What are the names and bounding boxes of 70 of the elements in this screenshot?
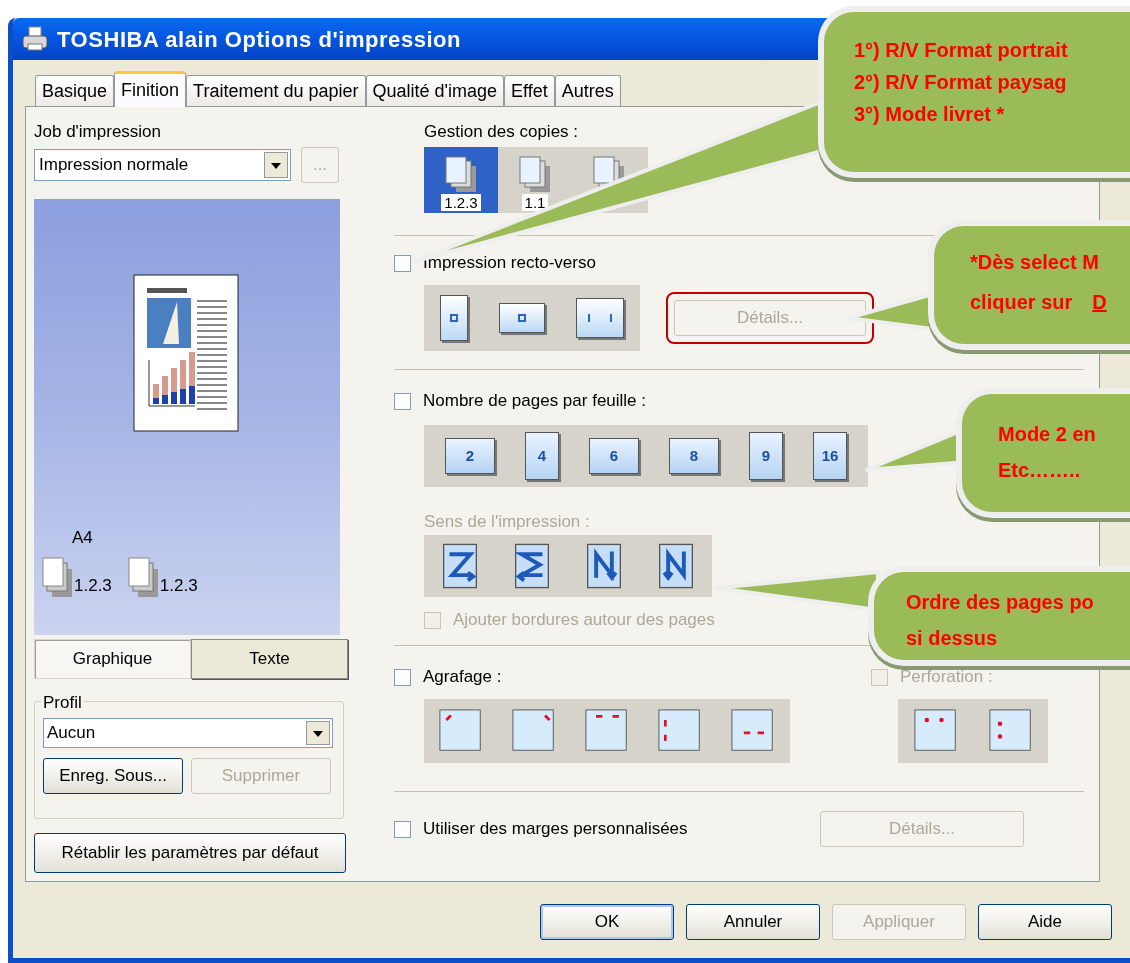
duplex-label: Impression recto-verso	[423, 252, 596, 275]
staple-position-icon[interactable]	[658, 709, 703, 753]
window-title: TOSHIBA alain Options d'impression	[57, 25, 462, 54]
button[interactable]: Rétablir les paramètres par défaut	[34, 833, 346, 873]
tab[interactable]: Autres	[554, 75, 621, 106]
staple-position-icon[interactable]	[731, 709, 776, 753]
copy-order-label: 1.2.3	[159, 575, 198, 597]
checkbox[interactable]	[394, 820, 411, 838]
punch-label: Perforation :	[900, 666, 993, 689]
checkbox[interactable]	[394, 668, 411, 686]
callout-text: 3°) Mode livret *	[854, 102, 1006, 127]
callout-text: 2°) R/V Format paysag	[854, 70, 1068, 95]
tab[interactable]: Basique	[35, 75, 115, 106]
tab[interactable]: Qualité d'image	[365, 75, 505, 106]
checkbox[interactable]	[394, 254, 411, 272]
page-order-icon[interactable]	[515, 542, 549, 590]
collation-label: 1.2.3	[441, 194, 481, 211]
paper-size-label: A4	[72, 527, 94, 549]
portrait-duplex-icon[interactable]	[439, 295, 468, 341]
collation-option[interactable]: 1.2.3	[424, 147, 498, 213]
button[interactable]: Enreg. Sous...	[43, 758, 183, 794]
tab[interactable]: Finition	[114, 71, 187, 107]
pages-per-sheet-option[interactable]: 2	[445, 438, 495, 474]
callout-text: *Dès select M	[970, 250, 1100, 275]
booklet-icon[interactable]	[576, 298, 625, 338]
pages-per-sheet-label: Nombre de pages par feuille :	[423, 390, 647, 413]
job-dropdown[interactable]: Impression normale	[34, 149, 291, 181]
punch-holes-icon[interactable]	[988, 709, 1033, 753]
button[interactable]: OK	[540, 904, 674, 940]
callout-text: si dessus	[906, 626, 999, 651]
page-stack-icon	[518, 156, 552, 194]
callout-text: Ordre des pages po	[906, 590, 1095, 615]
checkbox[interactable]	[394, 392, 411, 410]
borders-label: Ajouter bordures autour des pages	[453, 609, 715, 632]
staple-position-icon[interactable]	[438, 709, 483, 753]
page-order-icon[interactable]	[587, 542, 621, 590]
pages-per-sheet-option[interactable]: 9	[749, 432, 783, 480]
page-stack-icon	[444, 156, 478, 194]
pages-per-sheet-option[interactable]: 8	[669, 438, 719, 474]
button[interactable]: Aide	[978, 904, 1112, 940]
stapling-label: Agrafage :	[423, 666, 503, 689]
tab[interactable]: Effet	[504, 75, 555, 106]
callout-text: 1°) R/V Format portrait	[854, 38, 1069, 63]
callout-text: Mode 2 en	[998, 422, 1097, 447]
collation-label: 1.1	[521, 194, 549, 211]
page-stack-icon	[42, 556, 74, 599]
print-direction-label: Sens de l'impression :	[424, 511, 591, 533]
margins-label: Utiliser des marges personnalisées	[423, 818, 689, 841]
copies-label: Gestion des copies :	[424, 121, 580, 143]
view-tab[interactable]: Graphique	[34, 639, 191, 679]
page-order-icon[interactable]	[443, 542, 477, 590]
printer-icon	[21, 26, 49, 52]
pages-per-sheet-option[interactable]: 6	[589, 438, 639, 474]
staple-position-icon[interactable]	[511, 709, 556, 753]
collation-option[interactable]: 1.1	[498, 147, 572, 213]
pages-per-sheet-option[interactable]: 16	[813, 432, 847, 480]
job-label: Job d'impression	[34, 121, 163, 143]
landscape-duplex-icon[interactable]	[499, 303, 545, 333]
punch-holes-icon[interactable]	[913, 709, 958, 753]
callout-text: cliquer sur D	[970, 290, 1108, 315]
tab[interactable]: Traitement du papier	[186, 75, 366, 106]
copy-order-label: 1.2.3	[74, 575, 112, 597]
view-tab[interactable]: Texte	[191, 639, 348, 679]
callout-text: Etc……..	[998, 458, 1082, 483]
pages-per-sheet-option[interactable]: 4	[525, 432, 559, 480]
staple-position-icon[interactable]	[584, 709, 629, 753]
page-order-icon[interactable]	[659, 542, 693, 590]
page-stack-icon	[127, 556, 160, 599]
button[interactable]: Annuler	[686, 904, 820, 940]
profile-dropdown[interactable]: Aucun	[43, 718, 333, 748]
